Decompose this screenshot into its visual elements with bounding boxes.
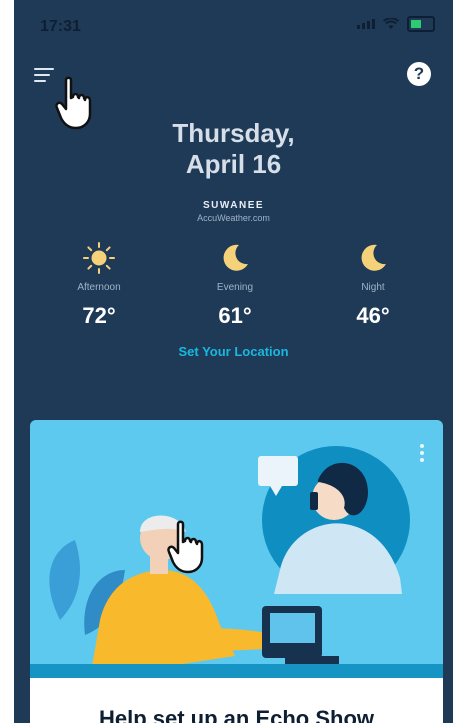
- cellular-signal-icon: [357, 19, 375, 29]
- forecast-label: Night: [361, 282, 385, 293]
- forecast-night: Night 46°: [318, 240, 428, 329]
- forecast-label: Afternoon: [77, 282, 121, 293]
- sun-icon: [83, 242, 115, 274]
- hand-cursor-icon: [55, 76, 92, 130]
- moon-icon: [223, 244, 248, 271]
- moon-icon: [361, 244, 386, 271]
- wifi-icon: [383, 18, 399, 29]
- card-title: Help set up an Echo Show: [98, 706, 375, 723]
- location-name: SUWANEE: [202, 200, 265, 211]
- hand-cursor-icon: [167, 520, 204, 574]
- status-time: 17:31: [40, 18, 81, 35]
- status-bar: 17:31: [40, 16, 435, 40]
- forecast-temp: 46°: [356, 303, 390, 328]
- date-day: April 16: [185, 149, 282, 179]
- app-screen: 17:31 ? Thursday, April 16 SUWANEE AccuW…: [14, 0, 453, 723]
- setup-illustration: [30, 446, 443, 678]
- weather-source: AccuWeather.com: [197, 213, 270, 223]
- forecast-label: Evening: [216, 282, 254, 293]
- setup-echo-show-card[interactable]: Help set up an Echo Show: [30, 420, 443, 723]
- more-vertical-icon[interactable]: [419, 444, 425, 466]
- set-location-link[interactable]: Set Your Location: [14, 344, 453, 359]
- forecast-afternoon: Afternoon 72°: [44, 240, 154, 329]
- forecast-temp: 61°: [218, 303, 252, 328]
- forecast-temp: 72°: [82, 303, 116, 328]
- battery-icon: [407, 16, 435, 32]
- status-icons: [357, 16, 435, 32]
- help-button[interactable]: ?: [407, 62, 431, 86]
- forecast-evening: Evening 61°: [180, 240, 290, 329]
